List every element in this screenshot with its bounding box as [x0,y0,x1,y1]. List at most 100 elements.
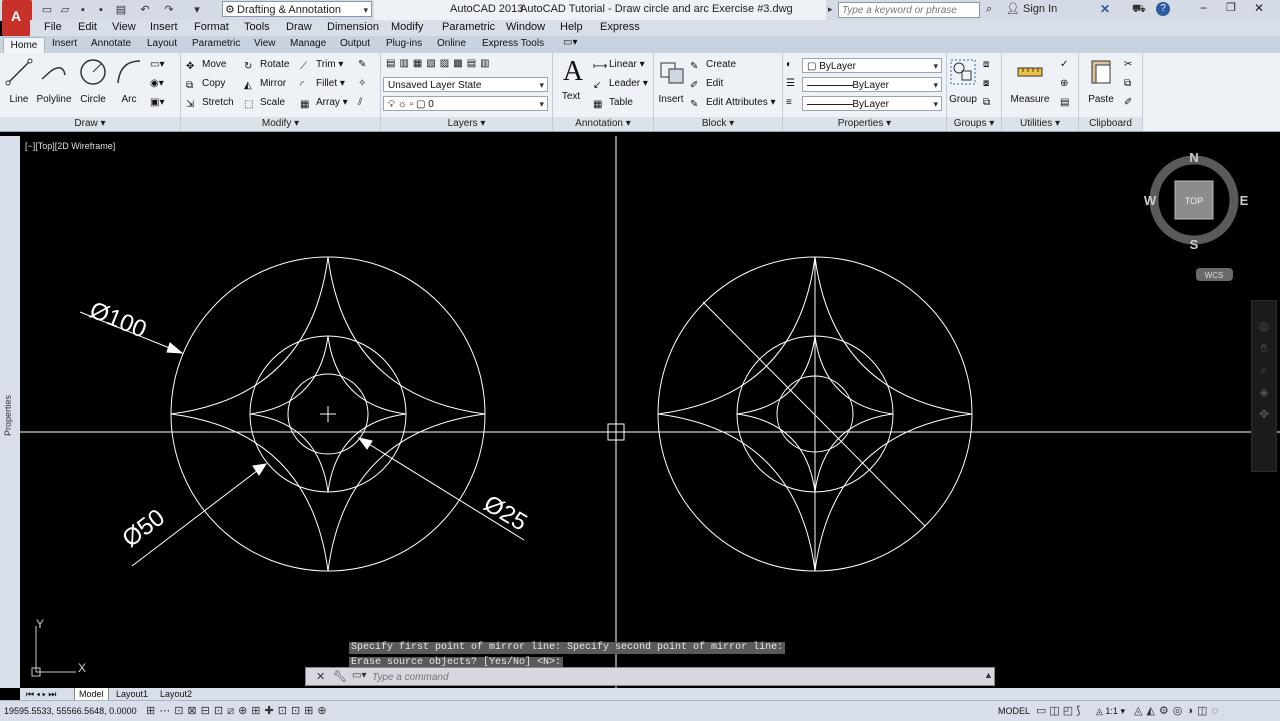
move-button[interactable]: ✥ Move [186,59,226,73]
command-close-icon[interactable]: ✕ [316,670,325,683]
tab-layout2[interactable]: Layout2 [156,688,196,700]
calculator-icon[interactable]: ▤ [1060,97,1069,108]
measure-button[interactable]: Measure [1008,57,1052,105]
rotate-button[interactable]: ↻ Rotate [244,59,289,73]
copy-clip-icon[interactable]: ⧉ [1124,78,1131,89]
layout-nav-arrows-icon[interactable]: ⏮◂▸⏭ [22,688,62,700]
rectangle-icon[interactable]: ▭▾ [150,59,164,70]
tab-output[interactable]: Output [340,38,370,49]
navigation-bar[interactable]: ◎ ✋︎ ⌕ ◈ ✥ [1251,300,1277,472]
group-edit-icon[interactable]: ⧇ [983,78,989,89]
tab-home[interactable]: Home [3,37,45,53]
scale-button[interactable]: ⬚ Scale [244,97,285,111]
draw-panel-title[interactable]: Draw ▾ [0,117,180,131]
erase-icon[interactable]: ✎ [358,59,366,70]
sign-in-button[interactable]: 👤︎ Sign In [1006,2,1057,15]
viewcube-north[interactable]: N [1189,150,1198,165]
insert-block-button[interactable]: Insert [657,57,685,105]
menu-format[interactable]: Format [194,21,229,33]
layer-dropdown[interactable]: 💡︎ ☼ ▫ ▢ 0 [383,96,548,112]
tab-view[interactable]: View [254,38,276,49]
ribbon-minimize-icon[interactable]: ▭▾ [563,37,577,48]
viewcube-east[interactable]: E [1240,193,1249,208]
qat-dropdown-icon[interactable]: ▾ [190,3,204,17]
linear-button[interactable]: ⟼ Linear ▾ [593,59,645,73]
layer-tools-icons[interactable]: ▤▥▦▧▨▩▤▥ [386,58,494,69]
workspace-dropdown[interactable]: ⚙ Drafting & Annotation [222,1,372,18]
copy-button[interactable]: ⧉ Copy [186,78,225,92]
undo-icon[interactable]: ↶ [138,3,152,17]
search-input[interactable]: Type a keyword or phrase [838,2,980,18]
fillet-button[interactable]: ◜ Fillet ▾ [300,78,345,92]
binoculars-icon[interactable]: ⌕ [986,3,992,16]
paste-button[interactable]: Paste [1084,57,1118,105]
line-button[interactable]: Line [4,57,34,105]
save-as-icon[interactable]: ▪ [94,3,108,17]
edit-attributes-button[interactable]: ✎ Edit Attributes ▾ [690,97,776,111]
drafting-toggles-icons[interactable]: ⊞⋯⊡⊠⊟⊡⧄⊕⊞✚⊡⊡⊞⊕ [146,704,331,718]
viewport-controls[interactable]: [−][Top][2D Wireframe] [25,141,115,151]
create-block-button[interactable]: ✎ Create [690,59,736,73]
linetype-dropdown[interactable]: ByLayer [802,77,942,93]
menu-file[interactable]: File [44,21,62,33]
table-button[interactable]: ▦ Table [593,97,633,111]
save-icon[interactable]: ▪ [76,3,90,17]
menu-tools[interactable]: Tools [244,21,270,33]
menu-draw[interactable]: Draw [286,21,312,33]
tab-annotate[interactable]: Annotate [91,38,131,49]
menu-view[interactable]: View [112,21,136,33]
drawing-area[interactable]: Ø100 Ø50 Ø25 Y X TOP N S E W WCS [20,136,1280,688]
menu-parametric[interactable]: Parametric [442,21,495,33]
workspace-status-icons[interactable]: ◬◭⚙◎◑◫◌ [1134,704,1222,717]
menu-insert[interactable]: Insert [150,21,178,33]
plot-icon[interactable]: ▤ [114,3,128,17]
lineweight-dropdown[interactable]: ByLayer [802,96,942,112]
tab-manage[interactable]: Manage [290,38,326,49]
tab-parametric[interactable]: Parametric [192,38,240,49]
restore-icon[interactable]: ❐ [1226,1,1236,14]
cut-icon[interactable]: ✂ [1124,59,1132,70]
command-history-toggle-icon[interactable]: ▲ [984,670,993,680]
arc-button[interactable]: Arc [114,57,144,105]
stretch-button[interactable]: ⇲ Stretch [186,97,234,111]
search-expand-icon[interactable]: ▸ [828,4,833,15]
ungroup-icon[interactable]: ⧈ [983,59,989,70]
menu-window[interactable]: Window [506,21,545,33]
nav-tools-icons[interactable]: ◎ ✋︎ ⌕ ◈ ✥ [1252,315,1276,425]
match-color-icon[interactable]: ◐ [786,59,792,70]
hatch-icon[interactable]: ◉▾ [150,78,164,89]
tab-layout1[interactable]: Layout1 [112,688,152,700]
open-file-icon[interactable]: ▱ [58,3,72,17]
viewcube-south[interactable]: S [1190,237,1199,252]
quick-select-icon[interactable]: ✓ [1060,59,1068,70]
clipboard-panel-title[interactable]: Clipboard [1079,117,1142,131]
tab-insert[interactable]: Insert [52,38,77,49]
block-panel-title[interactable]: Block ▾ [654,117,782,131]
circle-button[interactable]: Circle [77,57,109,105]
minimize-icon[interactable]: − [1200,1,1207,15]
new-file-icon[interactable]: ▭ [40,3,54,17]
group-button[interactable]: Group [948,57,978,105]
lineweight-icon[interactable]: ≡ [786,97,792,108]
match-properties-icon[interactable]: ✐ [1124,97,1132,108]
close-icon[interactable]: ✕ [1254,1,1264,15]
annotation-scale[interactable]: ◬ 1:1 ▾ [1096,706,1125,717]
properties-palette-tab[interactable]: Properties [0,136,20,688]
offset-icon[interactable]: ⫽ [358,97,362,108]
viewcube-west[interactable]: W [1144,193,1157,208]
command-input[interactable] [370,669,984,685]
layer-state-dropdown[interactable]: Unsaved Layer State [383,77,548,93]
redo-icon[interactable]: ↷ [162,3,176,17]
polyline-button[interactable]: Polyline [36,57,72,105]
application-menu-button[interactable]: A [2,0,32,36]
array-button[interactable]: ▦ Array ▾ [300,97,348,111]
linetype-icon[interactable]: ☰ [786,78,795,89]
exchange-icon[interactable]: ✕ [1100,2,1110,16]
text-button[interactable]: A Text [558,57,584,103]
layers-panel-title[interactable]: Layers ▾ [381,117,552,131]
menu-edit[interactable]: Edit [78,21,97,33]
menu-dimension[interactable]: Dimension [327,21,379,33]
color-dropdown[interactable]: ▢ ByLayer [802,58,942,74]
edit-block-button[interactable]: ✐ Edit [690,78,723,92]
group-select-icon[interactable]: ⧉ [983,97,990,108]
